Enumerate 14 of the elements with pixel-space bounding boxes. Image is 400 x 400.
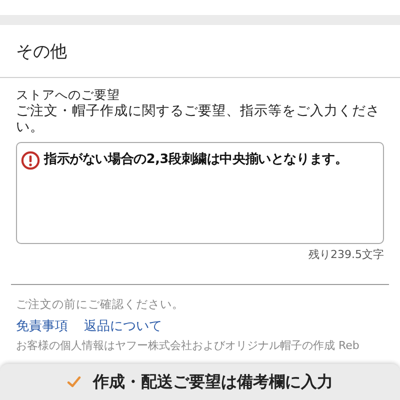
request-field[interactable]: 指示がない場合の2,3段刺繍は中央揃いとなります。 <box>16 142 384 244</box>
footer-link[interactable]: 返品について <box>84 317 162 335</box>
footer-link[interactable]: 免責事項 <box>16 317 68 335</box>
character-counter: 残り239.5文字 <box>308 247 384 262</box>
section-title: その他 <box>15 41 68 64</box>
privacy-text: お客様の個人情報はヤフー株式会社およびオリジナル帽子の作成 Reb <box>16 338 360 353</box>
field-description: ご注文・帽子作成に関するご要望、指示等をご入力ください。 <box>16 103 381 135</box>
bar-label: 作成・配送ご要望は備考欄に入力 <box>93 372 333 392</box>
warning-message: 指示がない場合の2,3段刺繍は中央揃いとなります。 <box>44 151 348 169</box>
check-icon <box>67 376 81 388</box>
bottom-bar[interactable]: 作成・配送ご要望は備考欄に入力 <box>0 364 400 400</box>
notice-text: ご注文の前にご確認ください。 <box>16 297 185 312</box>
warning-icon <box>21 151 40 170</box>
field-label: ストアへのご要望 <box>16 87 121 103</box>
